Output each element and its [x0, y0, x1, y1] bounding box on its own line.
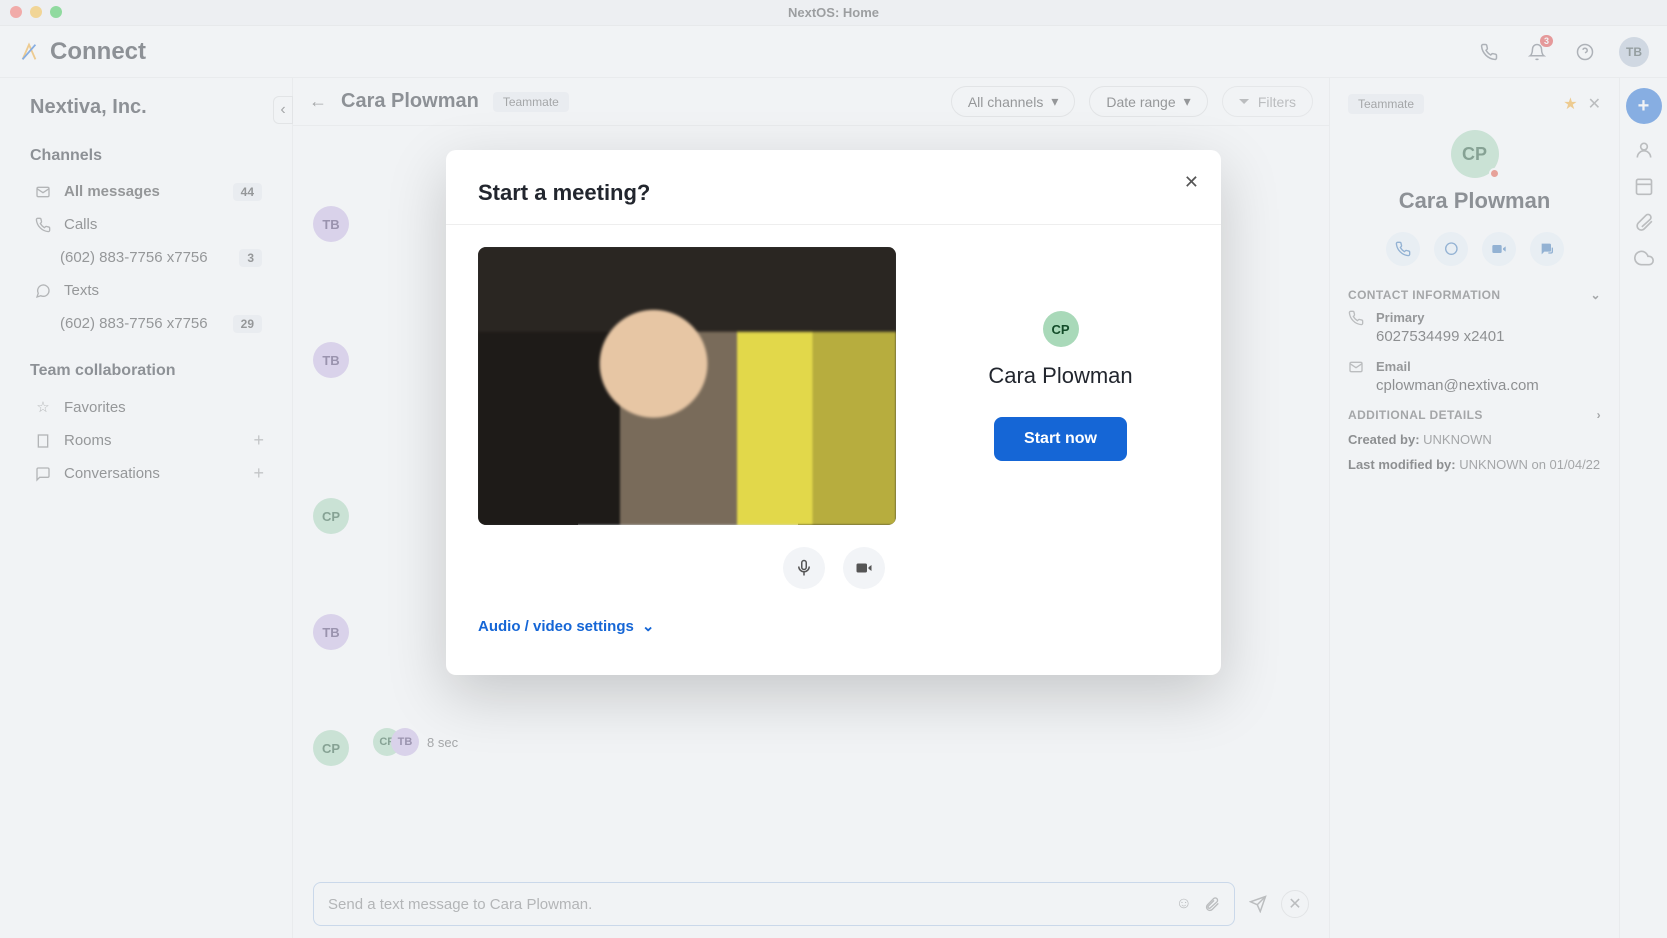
invitee-name: Cara Plowman [988, 363, 1132, 389]
invitee-avatar: CP [1043, 311, 1079, 347]
start-now-button[interactable]: Start now [994, 417, 1127, 461]
start-meeting-modal: Start a meeting? ✕ ❙❙❙❙ CP Cara Plowman … [446, 150, 1221, 675]
av-settings-link[interactable]: Audio / video settings ⌄ [478, 617, 1189, 635]
chevron-down-icon: ⌄ [642, 617, 655, 635]
audio-level-icon: ❙❙❙❙ [820, 488, 880, 509]
camera-toggle-button[interactable] [843, 547, 885, 589]
mic-toggle-button[interactable] [783, 547, 825, 589]
modal-title: Start a meeting? [478, 180, 1189, 206]
divider [446, 224, 1221, 225]
camera-preview: ❙❙❙❙ [478, 247, 896, 525]
modal-overlay[interactable]: Start a meeting? ✕ ❙❙❙❙ CP Cara Plowman … [0, 0, 1667, 938]
modal-close-button[interactable]: ✕ [1184, 172, 1199, 193]
